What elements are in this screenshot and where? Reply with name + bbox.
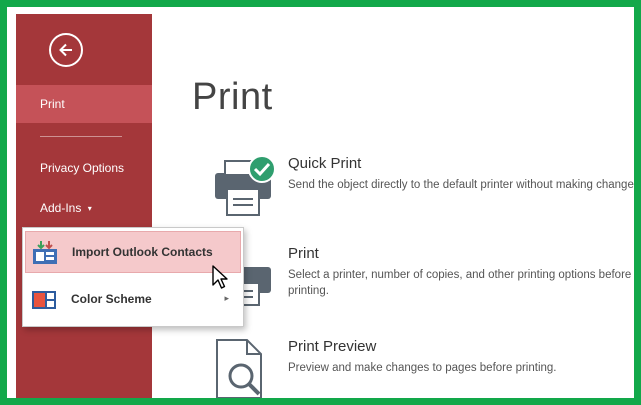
sidebar-item-label: Privacy Options <box>40 161 125 175</box>
option-title: Quick Print <box>288 155 362 172</box>
print-preview-icon <box>216 339 262 398</box>
import-outlook-contacts-item[interactable]: Import Outlook Contacts <box>25 231 241 273</box>
backstage-sidebar: Print Privacy Options Add-Ins ▾ <box>16 14 152 398</box>
sidebar-item-add-ins[interactable]: Add-Ins ▾ <box>16 189 152 227</box>
contacts-import-icon <box>33 241 57 264</box>
color-scheme-item[interactable]: Color Scheme ▸ <box>25 279 241 321</box>
chevron-right-icon: ▸ <box>224 293 229 303</box>
option-description: Send the object directly to the default … <box>288 179 641 191</box>
sidebar-item-label: Print <box>40 97 65 111</box>
mouse-cursor-icon <box>212 265 228 289</box>
sidebar-item-print[interactable]: Print <box>16 85 152 123</box>
option-title: Print Preview <box>288 338 377 355</box>
sidebar-divider <box>40 136 122 137</box>
quick-print-icon <box>215 155 276 216</box>
add-ins-dropdown: Import Outlook Contacts Color Scheme ▸ <box>22 227 244 327</box>
menu-item-label: Import Outlook Contacts <box>72 245 213 259</box>
option-description: Preview and make changes to pages before… <box>288 362 557 374</box>
option-description: Select a printer, number of copies, and … <box>288 269 632 297</box>
sidebar-item-privacy-options[interactable]: Privacy Options <box>16 149 152 187</box>
sidebar-item-label: Add-Ins <box>40 201 82 215</box>
print-preview-option[interactable]: Print Preview Preview and make changes t… <box>152 338 632 398</box>
chevron-down-icon: ▾ <box>87 204 92 213</box>
back-button[interactable] <box>49 33 83 67</box>
back-arrow-icon <box>59 43 72 57</box>
color-scheme-icon <box>32 291 56 309</box>
window-frame: Print Privacy Options Add-Ins ▾ Print Qu… <box>0 0 641 405</box>
print-panel: Print Quick Print Send the object direct… <box>152 14 634 398</box>
page-title: Print <box>192 76 273 118</box>
option-title: Print <box>288 245 319 262</box>
menu-item-label: Color Scheme <box>71 292 152 306</box>
quick-print-option[interactable]: Quick Print Send the object directly to … <box>152 155 634 225</box>
